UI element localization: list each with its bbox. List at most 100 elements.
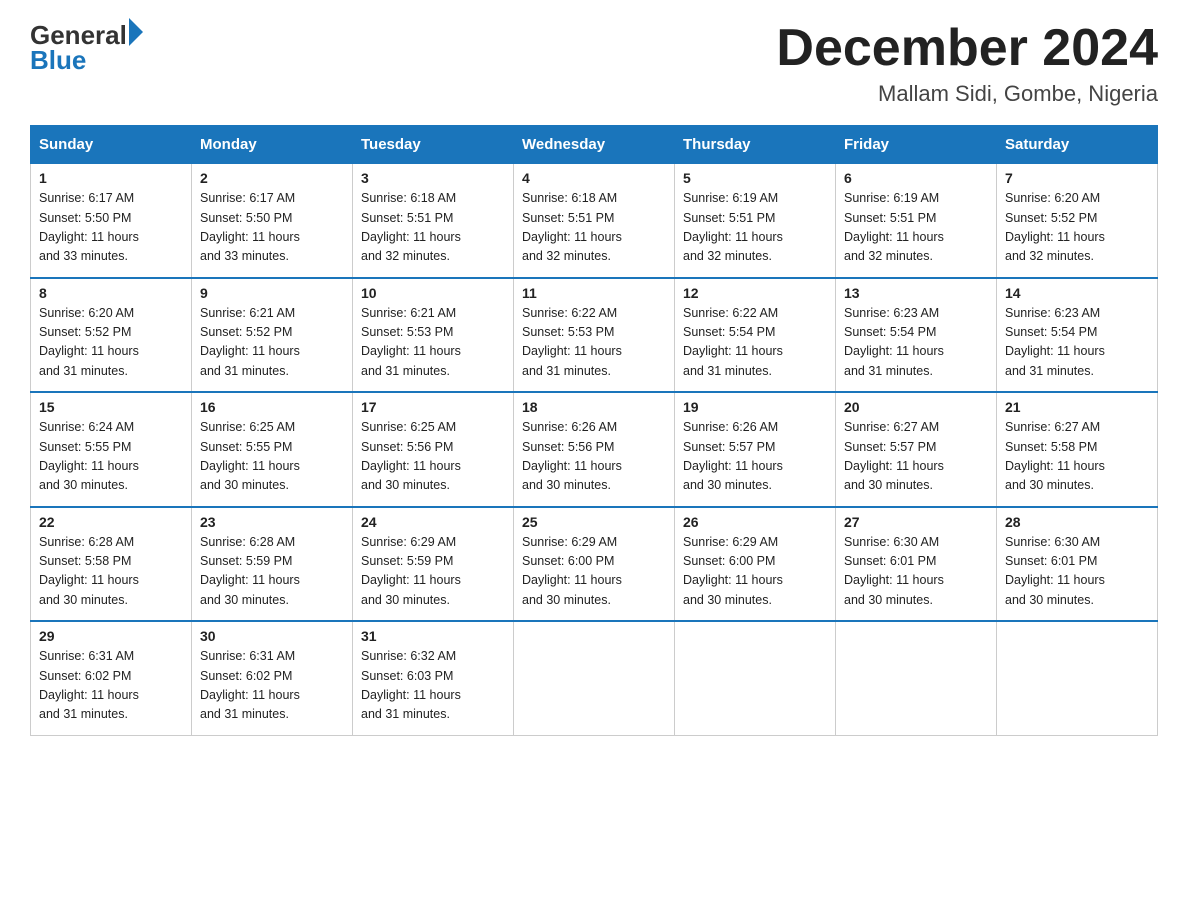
day-number: 29 (39, 628, 183, 644)
day-info: Sunrise: 6:28 AMSunset: 5:58 PMDaylight:… (39, 535, 139, 607)
day-info: Sunrise: 6:22 AMSunset: 5:54 PMDaylight:… (683, 306, 783, 378)
calendar-week-row: 8Sunrise: 6:20 AMSunset: 5:52 PMDaylight… (31, 278, 1158, 393)
weekday-header-monday: Monday (192, 126, 353, 164)
calendar-day-cell: 23Sunrise: 6:28 AMSunset: 5:59 PMDayligh… (192, 507, 353, 622)
day-number: 20 (844, 399, 988, 415)
calendar-day-cell: 9 Sunrise: 6:21 AMSunset: 5:52 PMDaylight… (192, 278, 353, 393)
day-info: Sunrise: 6:27 AMSunset: 5:57 PMDaylight:… (844, 420, 944, 492)
day-info: Sunrise: 6:26 AMSunset: 5:56 PMDaylight:… (522, 420, 622, 492)
calendar-day-cell (836, 621, 997, 735)
day-number: 13 (844, 285, 988, 301)
calendar-day-cell: 5 Sunrise: 6:19 AMSunset: 5:51 PMDaylight… (675, 164, 836, 278)
day-info: Sunrise: 6:30 AMSunset: 6:01 PMDaylight:… (1005, 535, 1105, 607)
day-number: 30 (200, 628, 344, 644)
day-number: 11 (522, 285, 666, 301)
weekday-header-friday: Friday (836, 126, 997, 164)
title-area: December 2024 Mallam Sidi, Gombe, Nigeri… (776, 20, 1158, 107)
day-number: 21 (1005, 399, 1149, 415)
calendar-day-cell: 2Sunrise: 6:17 AMSunset: 5:50 PMDaylight… (192, 164, 353, 278)
calendar-day-cell: 28 Sunrise: 6:30 AMSunset: 6:01 PMDayligh… (997, 507, 1158, 622)
day-number: 15 (39, 399, 183, 415)
calendar-day-cell: 18 Sunrise: 6:26 AMSunset: 5:56 PMDayligh… (514, 392, 675, 507)
weekday-header-sunday: Sunday (31, 126, 192, 164)
day-info: Sunrise: 6:27 AMSunset: 5:58 PMDaylight:… (1005, 420, 1105, 492)
day-number: 18 (522, 399, 666, 415)
day-info: Sunrise: 6:25 AMSunset: 5:56 PMDaylight:… (361, 420, 461, 492)
calendar-day-cell: 22Sunrise: 6:28 AMSunset: 5:58 PMDayligh… (31, 507, 192, 622)
calendar-day-cell: 13 Sunrise: 6:23 AMSunset: 5:54 PMDayligh… (836, 278, 997, 393)
day-info: Sunrise: 6:30 AMSunset: 6:01 PMDaylight:… (844, 535, 944, 607)
calendar-week-row: 15Sunrise: 6:24 AMSunset: 5:55 PMDayligh… (31, 392, 1158, 507)
day-info: Sunrise: 6:17 AMSunset: 5:50 PMDaylight:… (39, 191, 139, 263)
calendar-day-cell: 25 Sunrise: 6:29 AMSunset: 6:00 PMDayligh… (514, 507, 675, 622)
day-info: Sunrise: 6:25 AMSunset: 5:55 PMDaylight:… (200, 420, 300, 492)
calendar-day-cell (675, 621, 836, 735)
weekday-header-saturday: Saturday (997, 126, 1158, 164)
day-number: 3 (361, 170, 505, 186)
calendar-day-cell: 12 Sunrise: 6:22 AMSunset: 5:54 PMDayligh… (675, 278, 836, 393)
day-info: Sunrise: 6:28 AMSunset: 5:59 PMDaylight:… (200, 535, 300, 607)
calendar-day-cell: 20 Sunrise: 6:27 AMSunset: 5:57 PMDayligh… (836, 392, 997, 507)
calendar-day-cell: 14 Sunrise: 6:23 AMSunset: 5:54 PMDayligh… (997, 278, 1158, 393)
day-number: 8 (39, 285, 183, 301)
calendar-week-row: 1 Sunrise: 6:17 AMSunset: 5:50 PMDaylight… (31, 164, 1158, 278)
calendar-day-cell: 4 Sunrise: 6:18 AMSunset: 5:51 PMDaylight… (514, 164, 675, 278)
day-info: Sunrise: 6:29 AMSunset: 6:00 PMDaylight:… (522, 535, 622, 607)
weekday-header-wednesday: Wednesday (514, 126, 675, 164)
calendar-day-cell: 19 Sunrise: 6:26 AMSunset: 5:57 PMDayligh… (675, 392, 836, 507)
weekday-header-thursday: Thursday (675, 126, 836, 164)
day-number: 1 (39, 170, 183, 186)
day-info: Sunrise: 6:29 AMSunset: 6:00 PMDaylight:… (683, 535, 783, 607)
day-number: 7 (1005, 170, 1149, 186)
day-number: 6 (844, 170, 988, 186)
calendar-day-cell: 31 Sunrise: 6:32 AMSunset: 6:03 PMDayligh… (353, 621, 514, 735)
logo-text-blue: Blue (30, 45, 86, 76)
day-number: 9 (200, 285, 344, 301)
day-number: 5 (683, 170, 827, 186)
calendar-day-cell: 3 Sunrise: 6:18 AMSunset: 5:51 PMDaylight… (353, 164, 514, 278)
day-number: 14 (1005, 285, 1149, 301)
calendar-table: SundayMondayTuesdayWednesdayThursdayFrid… (30, 125, 1158, 736)
day-number: 19 (683, 399, 827, 415)
weekday-header-row: SundayMondayTuesdayWednesdayThursdayFrid… (31, 126, 1158, 164)
calendar-day-cell: 24 Sunrise: 6:29 AMSunset: 5:59 PMDayligh… (353, 507, 514, 622)
day-info: Sunrise: 6:26 AMSunset: 5:57 PMDaylight:… (683, 420, 783, 492)
day-number: 24 (361, 514, 505, 530)
calendar-day-cell: 30 Sunrise: 6:31 AMSunset: 6:02 PMDayligh… (192, 621, 353, 735)
day-info: Sunrise: 6:23 AMSunset: 5:54 PMDaylight:… (1005, 306, 1105, 378)
logo: General Blue (30, 20, 143, 76)
calendar-day-cell (514, 621, 675, 735)
day-info: Sunrise: 6:32 AMSunset: 6:03 PMDaylight:… (361, 649, 461, 721)
day-number: 26 (683, 514, 827, 530)
day-number: 28 (1005, 514, 1149, 530)
day-info: Sunrise: 6:17 AMSunset: 5:50 PMDaylight:… (200, 191, 300, 263)
day-number: 17 (361, 399, 505, 415)
day-info: Sunrise: 6:29 AMSunset: 5:59 PMDaylight:… (361, 535, 461, 607)
calendar-week-row: 29 Sunrise: 6:31 AMSunset: 6:02 PMDayligh… (31, 621, 1158, 735)
day-number: 27 (844, 514, 988, 530)
weekday-header-tuesday: Tuesday (353, 126, 514, 164)
calendar-subtitle: Mallam Sidi, Gombe, Nigeria (776, 81, 1158, 107)
calendar-day-cell: 27 Sunrise: 6:30 AMSunset: 6:01 PMDayligh… (836, 507, 997, 622)
calendar-day-cell: 1 Sunrise: 6:17 AMSunset: 5:50 PMDaylight… (31, 164, 192, 278)
page-header: General Blue December 2024 Mallam Sidi, … (30, 20, 1158, 107)
day-number: 12 (683, 285, 827, 301)
day-number: 25 (522, 514, 666, 530)
day-info: Sunrise: 6:21 AMSunset: 5:52 PMDaylight:… (200, 306, 300, 378)
calendar-day-cell: 8Sunrise: 6:20 AMSunset: 5:52 PMDaylight… (31, 278, 192, 393)
calendar-day-cell: 29Sunrise: 6:31 AMSunset: 6:02 PMDayligh… (31, 621, 192, 735)
day-number: 31 (361, 628, 505, 644)
calendar-week-row: 22Sunrise: 6:28 AMSunset: 5:58 PMDayligh… (31, 507, 1158, 622)
day-info: Sunrise: 6:23 AMSunset: 5:54 PMDaylight:… (844, 306, 944, 378)
day-info: Sunrise: 6:18 AMSunset: 5:51 PMDaylight:… (361, 191, 461, 263)
day-info: Sunrise: 6:19 AMSunset: 5:51 PMDaylight:… (683, 191, 783, 263)
calendar-day-cell: 21 Sunrise: 6:27 AMSunset: 5:58 PMDayligh… (997, 392, 1158, 507)
calendar-day-cell (997, 621, 1158, 735)
logo-triangle-icon (129, 18, 143, 46)
day-number: 4 (522, 170, 666, 186)
calendar-day-cell: 11Sunrise: 6:22 AMSunset: 5:53 PMDayligh… (514, 278, 675, 393)
day-info: Sunrise: 6:18 AMSunset: 5:51 PMDaylight:… (522, 191, 622, 263)
day-info: Sunrise: 6:19 AMSunset: 5:51 PMDaylight:… (844, 191, 944, 263)
calendar-day-cell: 7Sunrise: 6:20 AMSunset: 5:52 PMDaylight… (997, 164, 1158, 278)
day-info: Sunrise: 6:31 AMSunset: 6:02 PMDaylight:… (200, 649, 300, 721)
